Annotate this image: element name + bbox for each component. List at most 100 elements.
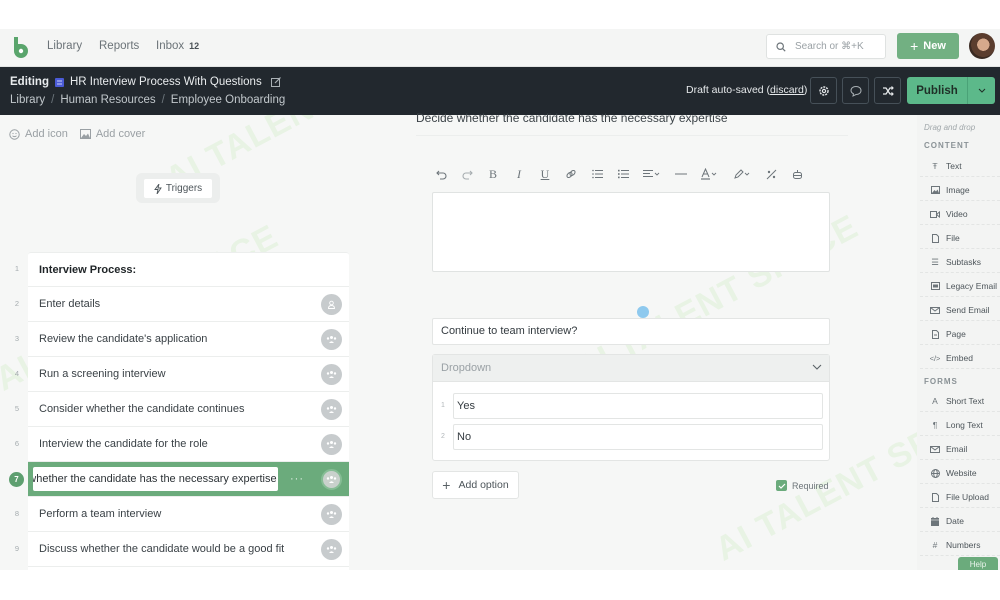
palette-item-short-text[interactable]: A Short Text [920, 391, 1000, 412]
palette-item-embed[interactable]: </> Embed [920, 348, 1000, 369]
required-checkbox[interactable] [776, 480, 787, 491]
undo-icon[interactable] [432, 165, 450, 183]
assignee-button[interactable] [321, 329, 342, 350]
help-button[interactable]: Help [958, 557, 998, 570]
dropdown-preview[interactable]: Dropdown [433, 355, 829, 382]
comments-button[interactable] [842, 77, 869, 104]
triggers-label: Triggers [165, 183, 203, 194]
assignee-button[interactable] [321, 469, 342, 490]
text-color-icon[interactable] [698, 165, 722, 183]
step-item[interactable]: 1 Interview Process: [0, 252, 365, 287]
settings-button[interactable] [810, 77, 837, 104]
step-card[interactable]: Run a screening interview [28, 357, 349, 392]
publish-options-toggle[interactable] [967, 77, 995, 104]
breadcrumb: Library / Human Resources / Employee Onboard… [10, 94, 285, 106]
discard-link[interactable]: discard [770, 84, 804, 96]
breadcrumb-employee-onboarding[interactable]: Employee Onboarding [171, 94, 285, 106]
assignee-button[interactable] [321, 294, 342, 315]
palette-item-file[interactable]: File [920, 228, 1000, 249]
step-card[interactable]: Discuss whether the candidate would be a… [28, 532, 349, 567]
assignee-button[interactable] [321, 364, 342, 385]
step-card[interactable]: Perform a team interview [28, 497, 349, 532]
nav-inbox[interactable]: Inbox 12 [156, 40, 199, 52]
step-number: 3 [14, 334, 20, 343]
step-card[interactable]: Make the hiring decision [28, 567, 349, 570]
required-toggle[interactable]: Required [776, 480, 829, 491]
nav-reports[interactable]: Reports [99, 40, 139, 52]
step-number: 1 [14, 264, 20, 273]
link-icon[interactable] [562, 165, 580, 183]
palette-item-subtasks[interactable]: ☰ Subtasks [920, 252, 1000, 273]
more-options-icon[interactable]: ··· [290, 473, 304, 485]
question-label-input[interactable]: Continue to team interview? [432, 318, 830, 345]
edit-title-icon[interactable] [270, 77, 281, 87]
palette-item-text[interactable]: Ŧ Text [920, 156, 1000, 177]
palette-item-page[interactable]: Page [920, 324, 1000, 345]
clear-format-icon[interactable] [762, 165, 780, 183]
step-item[interactable]: 6 Interview the candidate for the role [0, 427, 365, 462]
palette-item-video[interactable]: Video [920, 204, 1000, 225]
nav-library[interactable]: Library [47, 40, 82, 52]
palette-item-legacy-email[interactable]: Legacy Email [920, 276, 1000, 297]
highlight-icon[interactable] [730, 165, 754, 183]
step-title-heading[interactable]: Decide whether the candidate has the nec… [416, 111, 728, 125]
bold-icon[interactable]: B [484, 165, 502, 183]
new-button[interactable]: + New [897, 33, 959, 59]
image-icon [930, 186, 940, 194]
palette-item-send-email[interactable]: Send Email [920, 300, 1000, 321]
step-card[interactable]: Enter details [28, 287, 349, 322]
step-item[interactable]: 4 Run a screening interview [0, 357, 365, 392]
add-icon-button[interactable]: Add icon [9, 128, 68, 140]
step-card[interactable]: Interview the candidate for the role [28, 427, 349, 462]
align-dropdown-icon[interactable] [640, 165, 664, 183]
assignee-button[interactable] [321, 399, 342, 420]
palette-item-email[interactable]: Email [920, 439, 1000, 460]
step-item[interactable]: 9 Discuss whether the candidate would be… [0, 532, 365, 567]
underline-icon[interactable]: U [536, 165, 554, 183]
description-editor[interactable] [432, 192, 830, 272]
step-item[interactable]: 5 Consider whether the candidate continu… [0, 392, 365, 427]
plus-icon: + [442, 477, 451, 493]
ai-assist-icon[interactable] [788, 165, 806, 183]
assignee-button[interactable] [321, 539, 342, 560]
palette-item-long-text[interactable]: ¶ Long Text [920, 415, 1000, 436]
italic-icon[interactable]: I [510, 165, 528, 183]
assignee-button[interactable] [321, 504, 342, 525]
step-card[interactable]: Consider whether the candidate continues [28, 392, 349, 427]
search-input[interactable]: Search or ⌘+K [766, 34, 886, 59]
bullet-list-icon[interactable] [588, 165, 606, 183]
add-cover-button[interactable]: Add cover [79, 128, 145, 140]
steps-list: 1 Interview Process: 2 Enter details 3 R… [0, 252, 365, 570]
step-card[interactable]: Interview Process: [28, 252, 349, 287]
step-title-input[interactable]: Decide whether the candidate has the nec… [33, 467, 278, 491]
step-item[interactable]: 8 Perform a team interview [0, 497, 365, 532]
option-input[interactable]: No [453, 424, 823, 450]
option-input[interactable]: Yes [453, 393, 823, 419]
step-item[interactable]: 3 Review the candidate's application [0, 322, 365, 357]
breadcrumb-human-resources[interactable]: Human Resources [60, 94, 155, 106]
step-card[interactable]: Review the candidate's application [28, 322, 349, 357]
palette-item-image[interactable]: Image [920, 180, 1000, 201]
step-item-active[interactable]: 7 Decide whether the candidate has the n… [0, 462, 365, 497]
palette-item-numbers[interactable]: # Numbers [920, 535, 1000, 556]
page-icon [930, 329, 940, 339]
palette-item-date[interactable]: Date [920, 511, 1000, 532]
breadcrumb-library[interactable]: Library [10, 94, 45, 106]
redo-icon[interactable] [458, 165, 476, 183]
add-option-button[interactable]: + Add option [432, 471, 519, 499]
horizontal-rule-icon[interactable] [672, 165, 690, 183]
assignee-button[interactable] [321, 434, 342, 455]
numbered-list-icon[interactable] [614, 165, 632, 183]
shuffle-button[interactable] [874, 77, 901, 104]
palette-item-file-upload[interactable]: File Upload [920, 487, 1000, 508]
palette-item-website[interactable]: Website [920, 463, 1000, 484]
step-card[interactable]: Decide whether the candidate has the nec… [28, 462, 349, 497]
user-avatar[interactable] [969, 33, 995, 59]
step-item[interactable]: 10 Make the hiring decision [0, 567, 365, 570]
app-logo[interactable] [11, 36, 29, 58]
step-item[interactable]: 2 Enter details [0, 287, 365, 322]
triggers-button[interactable]: Triggers [144, 179, 212, 198]
list-icon: ☰ [931, 256, 939, 267]
publish-button[interactable]: Publish [907, 77, 995, 104]
steps-panel: Add icon Add cover Triggers 1 Interview … [0, 115, 365, 570]
